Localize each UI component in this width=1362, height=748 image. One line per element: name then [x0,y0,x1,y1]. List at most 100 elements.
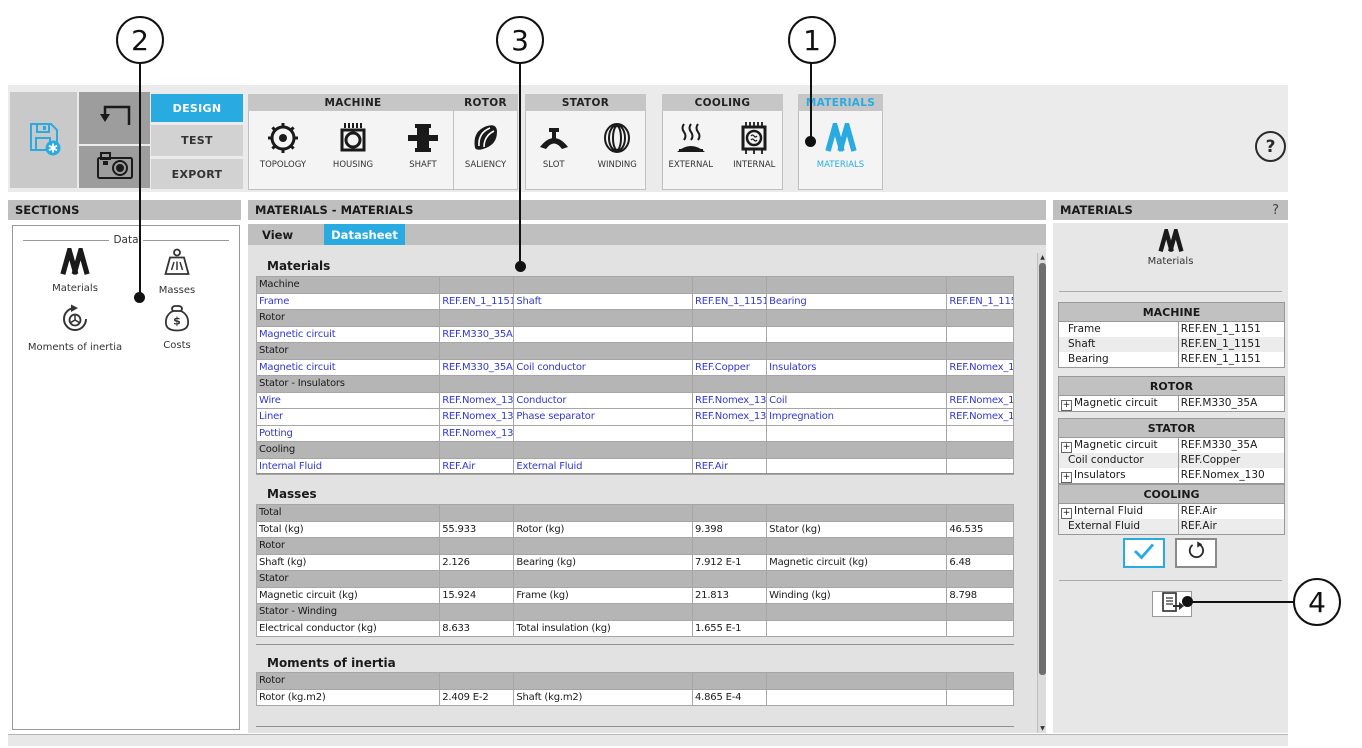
sidebar-item-materials[interactable]: Materials [23,248,127,294]
label-cell[interactable]: Wire [257,392,440,409]
empty-cell [693,538,767,555]
toolbar-item-shaft[interactable]: SHAFT [392,111,454,189]
value-cell[interactable]: REF.Copper [693,359,767,376]
panel-label-cell: +Insulators [1059,468,1179,484]
panel-value-cell[interactable]: REF.M330_35A [1178,396,1284,412]
scrollbar-thumb[interactable] [1039,263,1046,675]
toolbar-item-external-cooling[interactable]: EXTERNAL [663,111,719,189]
panel-value-cell[interactable]: REF.Nomex_130 [1178,468,1284,484]
table-row: Magnetic circuit (kg)15.924Frame (kg)21.… [257,587,1014,604]
label-cell[interactable]: Bearing [767,293,947,310]
save-button[interactable] [10,92,77,188]
value-cell[interactable]: REF.EN_1_1151 [440,293,514,310]
panel-label-cell: Coil conductor [1059,453,1179,468]
value-cell: 15.924 [440,587,514,604]
value-cell[interactable]: REF.Nomex_130 [440,409,514,426]
value-cell[interactable]: REF.EN_1_1151 [693,293,767,310]
panel-table-row: ShaftREF.EN_1_1151 [1059,337,1285,352]
value-cell[interactable]: REF.Nomex_130 [440,392,514,409]
sidebar-item-moments-of-inertia[interactable]: Moments of inertia [23,303,127,353]
panel-value-cell[interactable]: REF.Air [1178,504,1284,520]
table-section-row: Rotor [257,310,1014,327]
apply-button[interactable] [1123,538,1165,568]
label-cell[interactable]: Insulators [767,359,947,376]
toolbar-item-winding[interactable]: WINDING [590,111,646,189]
empty-cell [767,571,947,588]
toolbar-item-label: HOUSING [333,160,373,170]
label-cell[interactable]: Frame [257,293,440,310]
sidebar-item-costs[interactable]: $ Costs [125,303,229,351]
tab-datasheet[interactable]: Datasheet [324,224,405,245]
group-rotor: ROTOR SALIENCY [453,94,518,190]
value-cell[interactable]: REF.M330_35A [440,326,514,343]
callout-2: 2 [116,16,164,64]
tab-export[interactable]: EXPORT [151,159,243,189]
table-row: FrameREF.EN_1_1151ShaftREF.EN_1_1151Bear… [257,293,1014,310]
value-cell[interactable]: REF.Nomex_130 [947,409,1014,426]
empty-cell [693,604,767,621]
callout-2-line [139,63,141,298]
label-cell [767,620,947,637]
tab-design[interactable]: DESIGN [151,94,243,122]
value-cell: 2.409 E-2 [440,689,514,706]
label-cell[interactable]: Potting [257,425,440,442]
expand-icon[interactable]: + [1061,472,1072,483]
panel-value-cell[interactable]: REF.EN_1_1151 [1178,352,1284,368]
toolbar-item-housing[interactable]: HOUSING [322,111,384,189]
value-cell[interactable]: REF.EN_1_1151 [947,293,1014,310]
toolbar-item-materials[interactable]: MATERIALS [810,111,872,189]
panel-value-cell[interactable]: REF.Copper [1178,453,1284,468]
section-label-cell: Cooling [257,442,440,459]
expand-icon[interactable]: + [1061,508,1072,519]
expand-icon[interactable]: + [1061,400,1072,411]
scroll-up-icon[interactable]: ▲ [1038,253,1046,262]
panel-help-icon[interactable]: ? [1272,203,1279,218]
table-section-row: Stator [257,343,1014,360]
label-cell[interactable]: Liner [257,409,440,426]
scroll-down-icon[interactable]: ▼ [1038,724,1046,733]
help-icon[interactable]: ? [1255,131,1286,162]
expand-icon[interactable]: + [1061,442,1072,453]
panel-value-cell[interactable]: REF.M330_35A [1178,438,1284,454]
callout-4: 4 [1293,578,1341,626]
panel-value-cell[interactable]: REF.Air [1178,519,1284,535]
panel-divider [1059,291,1282,292]
value-cell[interactable]: REF.Nomex_130 [693,409,767,426]
label-cell[interactable]: Shaft [514,293,693,310]
toolbar-item-internal-cooling[interactable]: INTERNAL [727,111,783,189]
section-label-cell: Stator - Insulators [257,376,440,393]
tab-test[interactable]: TEST [151,125,243,156]
label-cell[interactable]: Conductor [514,392,693,409]
empty-cell [947,277,1014,294]
value-cell[interactable]: REF.Nomex_130 [947,359,1014,376]
value-cell: 4.865 E-4 [693,689,767,706]
undo-arrow-icon [91,99,139,137]
value-cell[interactable]: REF.M330_35A [440,359,514,376]
value-cell[interactable]: REF.Nomex_130 [693,392,767,409]
panel-value-cell[interactable]: REF.EN_1_1151 [1178,337,1284,352]
value-cell[interactable]: REF.Nomex_130 [947,392,1014,409]
saliency-icon [470,119,502,157]
label-cell[interactable]: Magnetic circuit [257,359,440,376]
tab-view[interactable]: View [248,224,318,245]
toolbar-item-saliency[interactable]: SALIENCY [455,111,517,189]
inertia-section-title: Moments of inertia [267,656,396,670]
value-cell: 8.633 [440,620,514,637]
table-row: Magnetic circuitREF.M330_35A [257,326,1014,343]
toolbar-item-slot[interactable]: SLOT [526,111,582,189]
vertical-scrollbar[interactable]: ▲ ▼ [1037,253,1046,733]
empty-cell [767,538,947,555]
value-cell[interactable]: REF.Nomex_130 [440,425,514,442]
rotor-table: ROTOR+Magnetic circuitREF.M330_35A [1058,376,1285,412]
label-cell: Winding (kg) [767,587,947,604]
label-cell[interactable]: Impregnation [767,409,947,426]
materials-icon [1053,229,1288,257]
label-cell[interactable]: Magnetic circuit [257,326,440,343]
label-cell[interactable]: Coil conductor [514,359,693,376]
label-cell[interactable]: Coil [767,392,947,409]
label-cell[interactable]: Phase separator [514,409,693,426]
panel-value-cell[interactable]: REF.EN_1_1151 [1178,322,1284,338]
moments-of-inertia-table: RotorRotor (kg.m2)2.409 E-2Shaft (kg.m2)… [256,672,1014,706]
reset-button[interactable] [1175,538,1217,568]
toolbar-item-topology[interactable]: TOPOLOGY [252,111,314,189]
